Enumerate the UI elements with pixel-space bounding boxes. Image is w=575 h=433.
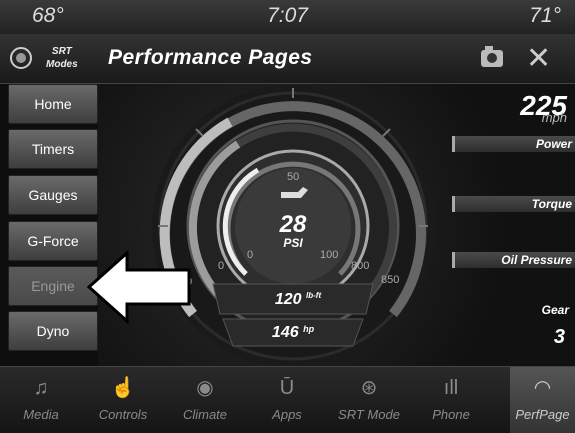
srt-modes-label[interactable]: SRT Modes: [46, 45, 78, 71]
middle-scale-max: 800: [351, 260, 370, 272]
torque-value: 120: [274, 291, 302, 308]
phone-signal-icon: ıll: [443, 377, 459, 399]
camera-icon[interactable]: [481, 46, 503, 67]
hand-touch-icon: ☝: [110, 377, 136, 399]
bottom-nav: ♫ Media ☝ Controls ◉ Climate Ū Apps ⊛ SR…: [0, 366, 575, 433]
nav-perfpage[interactable]: ◠ PerfPage: [510, 367, 575, 433]
sidebar-item-home[interactable]: Home: [8, 84, 98, 124]
pointer-arrow-icon: [86, 250, 191, 325]
sidebar-item-timers[interactable]: Timers: [8, 129, 98, 169]
status-bar: 68° 7:07 71°: [0, 0, 575, 34]
nav-label-controls: Controls: [98, 407, 148, 422]
nav-climate[interactable]: ◉ Climate: [164, 367, 246, 433]
gear-value: 3: [553, 326, 565, 348]
nav-media[interactable]: ♫ Media: [0, 367, 82, 433]
power-metric: Power: [452, 136, 575, 152]
torque-metric: Torque: [452, 196, 575, 212]
music-note-icon: ♫: [33, 377, 49, 399]
nav-label-perfpage: PerfPage: [515, 407, 570, 422]
gauge-icon: ◠: [533, 377, 552, 399]
page-title: Performance Pages: [108, 46, 313, 69]
middle-scale-min: 0: [218, 260, 225, 272]
gear-label: Gear: [541, 303, 569, 317]
outer-scale-max: 850: [381, 274, 400, 286]
srt-logo-text: SRT: [51, 46, 72, 57]
clock: 7:07: [267, 4, 308, 27]
horsepower-value: 146: [271, 324, 299, 341]
srt-modes-logo-icon[interactable]: [10, 47, 32, 69]
speed-unit: mph: [541, 110, 567, 125]
nav-label-apps: Apps: [272, 407, 302, 422]
nav-controls[interactable]: ☝ Controls: [82, 367, 164, 433]
modes-text: Modes: [46, 59, 78, 70]
nav-label-srt-mode: SRT Mode: [338, 407, 400, 422]
inner-scale-mid: 50: [287, 171, 300, 183]
apps-icon: Ū: [279, 377, 295, 399]
outside-temperature-right: 71°: [529, 4, 561, 27]
torque-readout: 120 lb-ft: [253, 291, 343, 309]
sidebar-item-gauges[interactable]: Gauges: [8, 175, 98, 215]
climate-icon: ◉: [196, 377, 214, 399]
nav-apps[interactable]: Ū Apps: [246, 367, 328, 433]
boost-value: 28: [279, 211, 307, 238]
nav-phone[interactable]: ıll Phone: [410, 367, 492, 433]
page-header: SRT Modes Performance Pages ✕: [0, 34, 575, 84]
horsepower-readout: 146 hp: [248, 324, 338, 342]
oil-pressure-metric: Oil Pressure: [452, 252, 575, 268]
nav-label-climate: Climate: [182, 407, 228, 422]
steering-wheel-icon: ⊛: [360, 377, 378, 399]
nav-label-phone: Phone: [432, 407, 470, 422]
inner-scale-max: 100: [320, 249, 339, 261]
close-icon[interactable]: ✕: [526, 44, 551, 74]
torque-unit: lb-ft: [306, 291, 322, 300]
nav-srt-mode[interactable]: ⊛ SRT Mode: [328, 367, 410, 433]
boost-unit: PSI: [283, 236, 303, 250]
nav-label-media: Media: [23, 407, 59, 422]
horsepower-unit: hp: [303, 324, 315, 334]
inner-scale-min: 0: [247, 249, 254, 261]
